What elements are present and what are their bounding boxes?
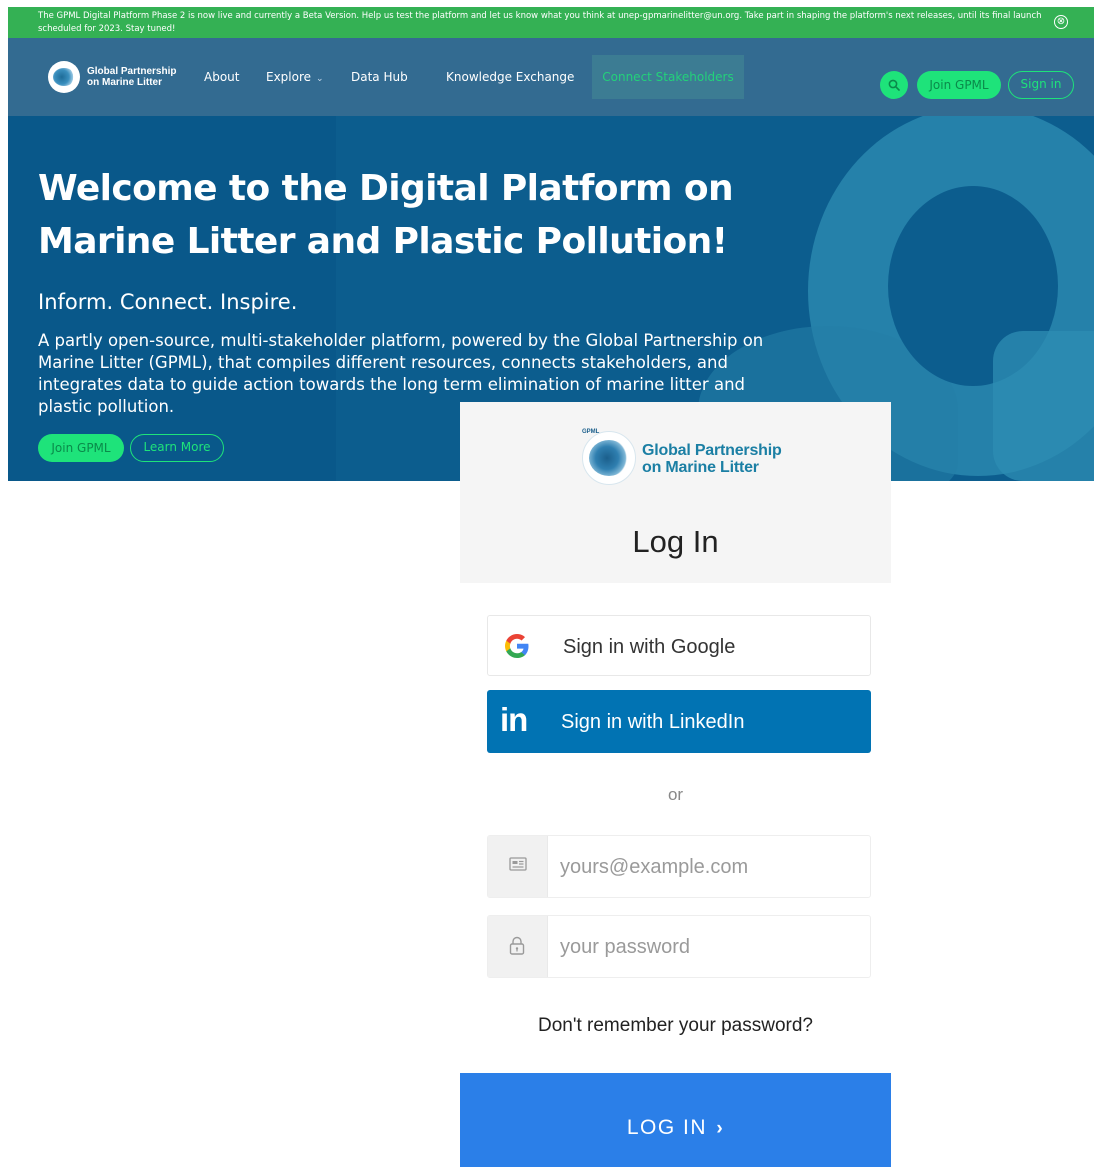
hero-learn-more-button[interactable]: Learn More: [130, 434, 224, 462]
announcement-text: The GPML Digital Platform Phase 2 is now…: [38, 11, 1042, 34]
log-in-button[interactable]: LOG IN ›: [460, 1073, 891, 1167]
join-gpml-button[interactable]: Join GPML: [917, 71, 1001, 99]
search-icon: [888, 79, 900, 91]
search-button[interactable]: [880, 71, 908, 99]
wave-illustration-edge: [993, 331, 1094, 481]
site-logo[interactable]: Global Partnership on Marine Litter: [48, 61, 178, 93]
email-field[interactable]: [487, 835, 871, 898]
linkedin-icon: in: [500, 701, 528, 738]
chevron-down-icon: ⌄: [316, 74, 324, 84]
logo-text: Global Partnership on Marine Litter: [87, 66, 177, 88]
login-header: GPML Global Partnership on Marine Litter…: [460, 402, 891, 583]
nav-item-explore-label: Explore: [266, 70, 312, 84]
globe-logo-icon: [48, 61, 80, 93]
password-input[interactable]: [560, 930, 860, 964]
nav-item-about[interactable]: About: [204, 70, 239, 84]
gpml-logo: GPML Global Partnership on Marine Litter: [582, 429, 782, 487]
hero-subtitle: Inform. Connect. Inspire.: [38, 290, 298, 314]
linkedin-button-label: Sign in with LinkedIn: [561, 711, 745, 733]
forgot-password-link[interactable]: Don't remember your password?: [460, 1014, 891, 1038]
lock-icon: [509, 936, 525, 955]
hero-join-gpml-button[interactable]: Join GPML: [38, 434, 124, 462]
email-field-addon: [488, 836, 548, 897]
chevron-right-icon: ›: [716, 1118, 725, 1139]
logo-badge: GPML: [582, 429, 600, 435]
logo-name: Global Partnership on Marine Litter: [642, 442, 782, 476]
hero-title: Welcome to the Digital Platform on Marin…: [38, 168, 734, 262]
password-field-addon: [488, 916, 548, 977]
nav-item-connect-stakeholders[interactable]: Connect Stakeholders: [592, 55, 744, 99]
close-icon[interactable]: ⊗: [1054, 15, 1068, 29]
log-in-button-label: LOG IN: [626, 1116, 707, 1139]
login-title: Log In: [632, 524, 719, 559]
email-input[interactable]: [560, 850, 860, 884]
or-divider: or: [667, 785, 684, 804]
nav-item-knowledge-exchange[interactable]: Knowledge Exchange: [446, 70, 574, 84]
sign-in-with-linkedin-button[interactable]: in Sign in with LinkedIn: [487, 690, 871, 753]
announcement-banner: The GPML Digital Platform Phase 2 is now…: [8, 7, 1094, 38]
password-field[interactable]: [487, 915, 871, 978]
sign-in-with-google-button[interactable]: Sign in with Google: [487, 615, 871, 676]
top-navigation: Global Partnership on Marine Litter Abou…: [8, 38, 1094, 116]
id-card-icon: [509, 857, 527, 871]
google-icon: [505, 634, 529, 658]
globe-logo-icon: [582, 431, 636, 485]
google-button-label: Sign in with Google: [563, 636, 736, 658]
nav-item-explore[interactable]: Explore ⌄: [266, 70, 324, 86]
login-dialog: GPML Global Partnership on Marine Litter…: [460, 402, 891, 1167]
nav-item-data-hub[interactable]: Data Hub: [351, 70, 408, 84]
sign-in-button[interactable]: Sign in: [1008, 71, 1074, 99]
